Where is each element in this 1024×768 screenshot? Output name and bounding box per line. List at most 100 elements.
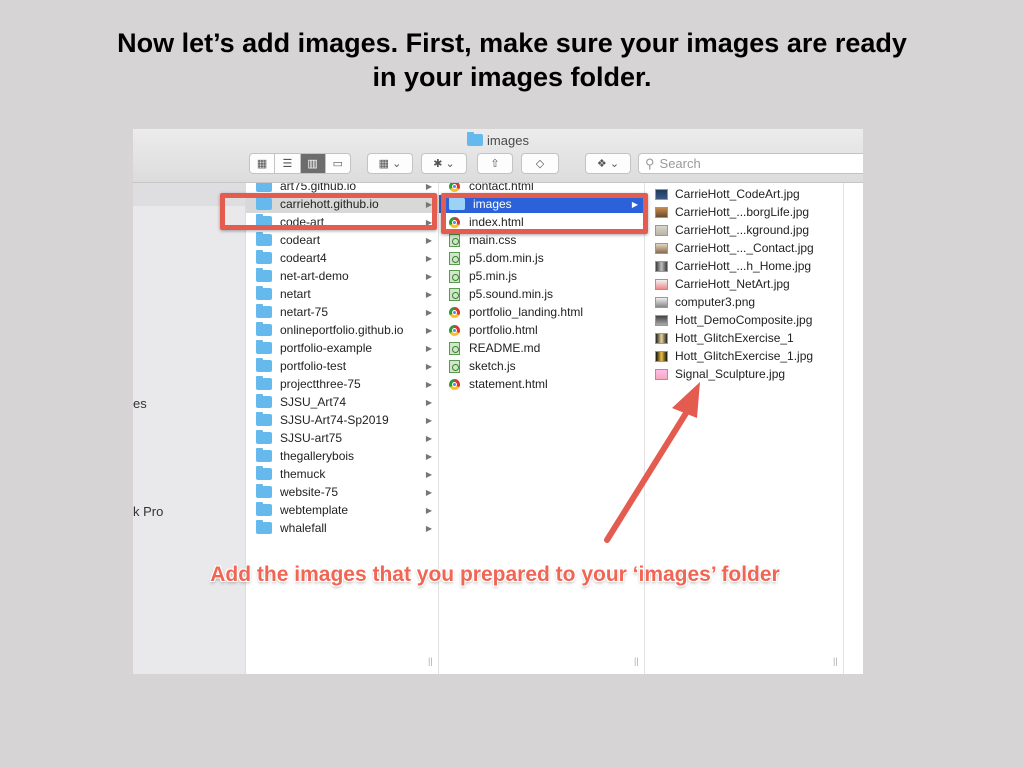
list-item-file[interactable]: portfolio_landing.html	[439, 303, 644, 321]
icon-view-button[interactable]: ▦	[250, 154, 276, 173]
list-item-file[interactable]: CarrieHott_...borgLife.jpg	[645, 203, 843, 221]
disclosure-arrow-icon: ▶	[425, 325, 432, 335]
list-item-folder[interactable]: SJSU-art75 ▶	[246, 429, 438, 447]
share-button[interactable]: ⇧	[477, 153, 513, 174]
file-name: CarrieHott_...kground.jpg	[675, 223, 810, 237]
list-item-folder[interactable]: thegallerybois ▶	[246, 447, 438, 465]
file-name: onlineportfolio.github.io	[280, 323, 404, 337]
search-icon: ⚲	[645, 155, 655, 171]
html-file-icon	[449, 183, 460, 192]
list-item-folder[interactable]: portfolio-example ▶	[246, 339, 438, 357]
list-item-file[interactable]: statement.html	[439, 375, 644, 393]
file-name: portfolio-example	[280, 341, 373, 355]
disclosure-arrow-icon: ▶	[425, 433, 432, 443]
dropbox-button[interactable]: ❖ ⌄	[585, 153, 631, 174]
dropbox-icon: ❖	[596, 158, 607, 170]
list-item-folder[interactable]: codeart4 ▶	[246, 249, 438, 267]
file-name: p5.sound.min.js	[469, 287, 554, 301]
list-item-file[interactable]: CarrieHott_..._Contact.jpg	[645, 239, 843, 257]
folder-icon	[256, 502, 272, 516]
disclosure-arrow-icon: ▶	[425, 343, 432, 353]
disclosure-arrow-icon: ▶	[425, 183, 432, 191]
folder-icon	[256, 358, 272, 372]
window-title-label: images	[487, 133, 529, 148]
list-item-file[interactable]: computer3.png	[645, 293, 843, 311]
disclosure-arrow-icon: ▶	[425, 235, 432, 245]
list-item-folder[interactable]: portfolio-test ▶	[246, 357, 438, 375]
file-name: SJSU-art75	[280, 431, 343, 445]
group-by-button[interactable]: ▦ ⌄	[367, 153, 413, 174]
file-name: whalefall	[280, 521, 327, 535]
list-item-file[interactable]: CarrieHott_...h_Home.jpg	[645, 257, 843, 275]
finder-toolbar: images ▦ ☰ ▥ ▭ ▦ ⌄ ✱ ⌄ ⇧ ◇ ❖ ⌄ ⚲ Search	[133, 129, 863, 183]
sidebar-item-partial[interactable]: es	[133, 396, 147, 411]
list-item-folder[interactable]: netart-75 ▶	[246, 303, 438, 321]
column-resize-handle[interactable]: ||	[428, 656, 433, 666]
file-name: CarrieHott_CodeArt.jpg	[675, 187, 800, 201]
folder-icon	[256, 322, 272, 336]
list-item-folder[interactable]: netart ▶	[246, 285, 438, 303]
file-name: contact.html	[469, 183, 534, 193]
disclosure-arrow-icon: ▶	[425, 397, 432, 407]
code-file-icon	[449, 233, 460, 247]
folder-icon	[256, 484, 272, 498]
folder-icon	[256, 466, 272, 480]
list-item-file[interactable]: CarrieHott_CodeArt.jpg	[645, 185, 843, 203]
search-field[interactable]: ⚲ Search	[638, 153, 863, 174]
list-item-file[interactable]: p5.dom.min.js	[439, 249, 644, 267]
file-name: website-75	[280, 485, 339, 499]
disclosure-arrow-icon: ▶	[425, 253, 432, 263]
list-item-folder[interactable]: projectthree-75 ▶	[246, 375, 438, 393]
chevron-down-icon: ⌄	[609, 158, 620, 170]
file-name: CarrieHott_...h_Home.jpg	[675, 259, 812, 273]
list-item-file[interactable]: portfolio.html	[439, 321, 644, 339]
list-item-folder[interactable]: webtemplate ▶	[246, 501, 438, 519]
file-name: SJSU_Art74	[280, 395, 347, 409]
list-item-file[interactable]: p5.min.js	[439, 267, 644, 285]
code-file-icon	[449, 341, 460, 355]
file-name: portfolio-test	[280, 359, 347, 373]
folder-icon	[256, 394, 272, 408]
share-icon: ⇧	[490, 158, 500, 170]
column-resize-handle[interactable]: ||	[833, 656, 838, 666]
list-item-folder[interactable]: net-art-demo ▶	[246, 267, 438, 285]
list-item-folder[interactable]: SJSU_Art74 ▶	[246, 393, 438, 411]
list-item-file[interactable]: CarrieHott_NetArt.jpg	[645, 275, 843, 293]
column-resize-handle[interactable]: ||	[634, 656, 639, 666]
tags-button[interactable]: ◇	[521, 153, 559, 174]
list-item-file[interactable]: CarrieHott_...kground.jpg	[645, 221, 843, 239]
folder-icon	[256, 286, 272, 300]
list-item-folder[interactable]: themuck ▶	[246, 465, 438, 483]
code-file-icon	[449, 359, 460, 373]
slide-title: Now let’s add images. First, make sure y…	[117, 28, 907, 92]
list-item-folder[interactable]: codeart ▶	[246, 231, 438, 249]
gallery-view-button[interactable]: ▭	[326, 154, 350, 173]
file-name: SJSU-Art74-Sp2019	[280, 413, 389, 427]
html-file-icon	[449, 306, 460, 318]
list-item-file[interactable]: sketch.js	[439, 357, 644, 375]
disclosure-arrow-icon: ▶	[425, 379, 432, 389]
list-item-folder[interactable]: whalefall ▶	[246, 519, 438, 537]
file-name: codeart4	[280, 251, 327, 265]
list-view-button[interactable]: ☰	[275, 154, 301, 173]
list-item-file[interactable]: Hott_GlitchExercise_1	[645, 329, 843, 347]
list-item-file[interactable]: README.md	[439, 339, 644, 357]
image-thumbnail-icon	[655, 242, 668, 254]
file-name: computer3.png	[675, 295, 756, 309]
file-name: webtemplate	[280, 503, 349, 517]
image-thumbnail-icon	[655, 332, 668, 344]
list-item-folder[interactable]: onlineportfolio.github.io ▶	[246, 321, 438, 339]
list-item-folder[interactable]: website-75 ▶	[246, 483, 438, 501]
column-images: || CarrieHott_CodeArt.jpg CarrieHott_...b…	[645, 183, 844, 674]
sidebar-item-partial[interactable]: k Pro	[133, 504, 163, 519]
list-item-file[interactable]: Hott_DemoComposite.jpg	[645, 311, 843, 329]
disclosure-arrow-icon: ▶	[425, 505, 432, 515]
list-item-file[interactable]: Hott_GlitchExercise_1.jpg	[645, 347, 843, 365]
list-item-file[interactable]: Signal_Sculpture.jpg	[645, 365, 843, 383]
column-view-button[interactable]: ▥	[300, 154, 326, 173]
action-button[interactable]: ✱ ⌄	[421, 153, 467, 174]
disclosure-arrow-icon: ▶	[425, 469, 432, 479]
list-item-folder[interactable]: SJSU-Art74-Sp2019 ▶	[246, 411, 438, 429]
search-placeholder: Search	[659, 156, 701, 171]
list-item-file[interactable]: p5.sound.min.js	[439, 285, 644, 303]
